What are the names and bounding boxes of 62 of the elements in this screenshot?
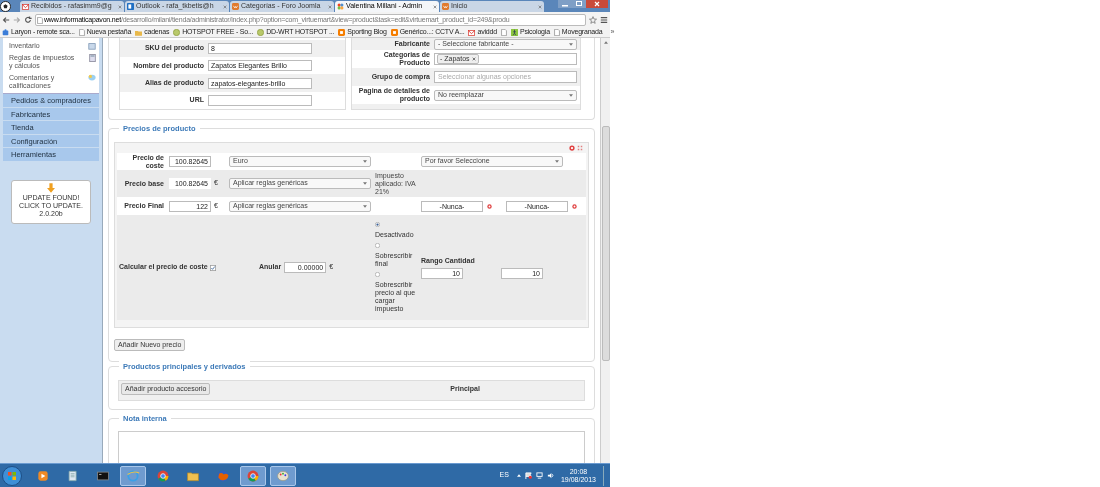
chrome-icon bbox=[156, 468, 170, 483]
envelope-icon bbox=[22, 3, 29, 10]
flag-icon[interactable] bbox=[524, 472, 532, 479]
text-field[interactable] bbox=[208, 94, 312, 106]
palette-icon bbox=[276, 468, 290, 483]
close-icon[interactable] bbox=[586, 0, 608, 8]
caret-icon bbox=[569, 42, 573, 46]
radio-button[interactable] bbox=[375, 222, 380, 227]
back-icon[interactable] bbox=[2, 16, 10, 24]
minimize-icon[interactable] bbox=[558, 0, 572, 8]
flower-icon bbox=[337, 3, 344, 10]
menu-icon[interactable] bbox=[600, 16, 608, 24]
start-button[interactable] bbox=[2, 465, 22, 486]
scrollbar[interactable] bbox=[600, 38, 610, 463]
radio-button[interactable] bbox=[375, 272, 380, 277]
close-icon[interactable] bbox=[223, 4, 227, 9]
drag-handle-icon[interactable] bbox=[577, 145, 583, 151]
caret-icon bbox=[363, 182, 367, 185]
taskbar-button[interactable] bbox=[240, 465, 266, 486]
media-player-icon bbox=[36, 468, 50, 483]
scroll-up-icon[interactable] bbox=[603, 41, 608, 44]
caret-icon bbox=[363, 160, 367, 163]
clear-icon[interactable] bbox=[487, 203, 492, 209]
terminal-icon bbox=[96, 468, 110, 483]
caret-icon bbox=[555, 160, 559, 163]
box-icon bbox=[88, 42, 96, 50]
reload-icon[interactable] bbox=[24, 16, 32, 24]
caret-icon bbox=[363, 204, 367, 208]
taskbar-button[interactable] bbox=[120, 465, 146, 486]
speech-bubble-icon bbox=[88, 74, 96, 82]
remove-icon[interactable] bbox=[569, 145, 575, 151]
fox-globe-icon bbox=[216, 468, 230, 483]
forward-icon[interactable] bbox=[13, 16, 21, 24]
speaker-icon[interactable] bbox=[546, 472, 554, 479]
globe-icon bbox=[173, 29, 181, 36]
figure-icon bbox=[510, 29, 518, 36]
close-icon[interactable] bbox=[328, 4, 332, 9]
radio-button[interactable] bbox=[375, 243, 380, 248]
show-hidden-icon[interactable] bbox=[516, 474, 521, 477]
notepad-icon bbox=[66, 468, 80, 483]
remove-icon[interactable] bbox=[471, 57, 476, 61]
puzzle-icon bbox=[2, 29, 9, 36]
close-icon[interactable] bbox=[433, 4, 437, 9]
taskbar-button[interactable] bbox=[270, 465, 296, 486]
site-icon bbox=[442, 3, 449, 10]
clear-icon[interactable] bbox=[572, 203, 577, 209]
close-icon[interactable] bbox=[118, 4, 122, 9]
tile-icon bbox=[127, 3, 134, 10]
scroll-thumb[interactable] bbox=[601, 126, 610, 361]
chrome-icon bbox=[246, 468, 260, 483]
calculator-icon bbox=[89, 54, 96, 62]
checkbox[interactable] bbox=[209, 264, 216, 271]
globe-icon bbox=[257, 29, 265, 36]
star-icon[interactable] bbox=[589, 16, 597, 24]
network-icon[interactable] bbox=[535, 472, 543, 479]
site-icon bbox=[232, 3, 239, 10]
download-arrow-icon bbox=[47, 182, 55, 193]
page-icon bbox=[37, 16, 43, 24]
close-icon[interactable] bbox=[538, 4, 542, 9]
caret-icon bbox=[569, 93, 573, 97]
globe-e-icon bbox=[126, 468, 140, 483]
maximize-icon[interactable] bbox=[572, 0, 586, 8]
